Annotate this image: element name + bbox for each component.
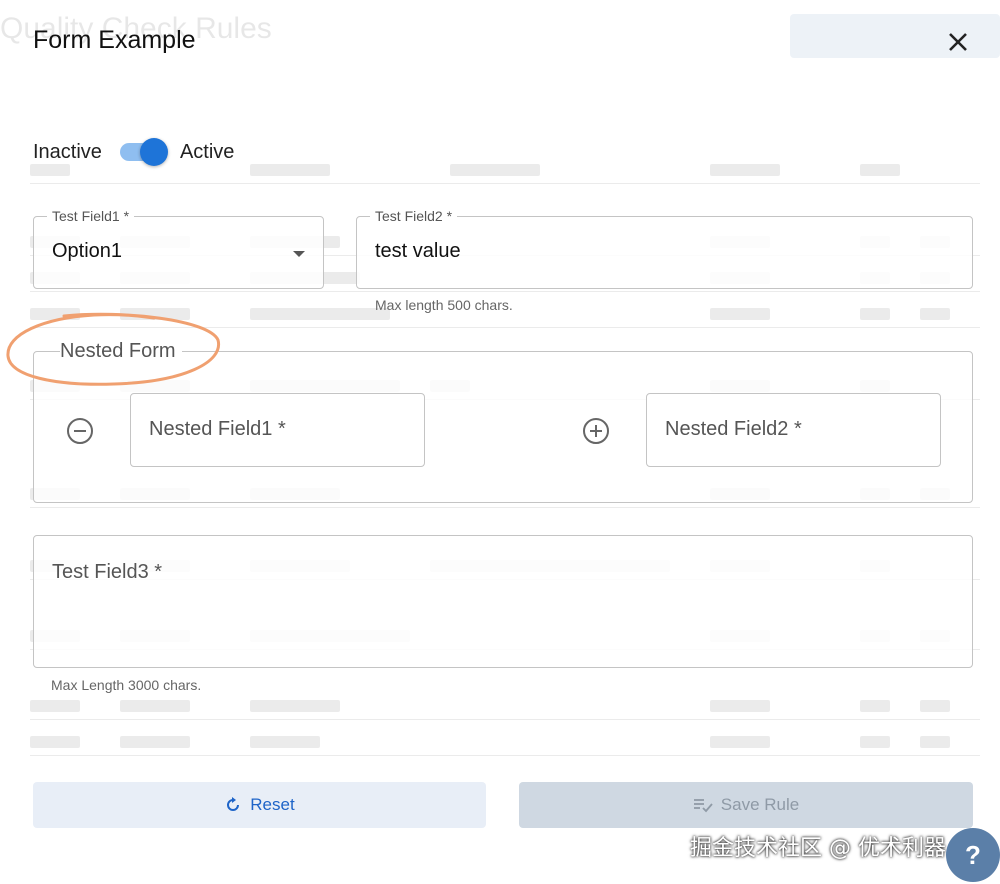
close-button[interactable]	[940, 24, 976, 60]
active-label: Active	[179, 140, 235, 163]
test-field2-value: test value	[375, 240, 461, 262]
help-button[interactable]: ?	[946, 828, 1000, 882]
form-dialog: Form Example Inactive Active Test Field1…	[0, 0, 1000, 884]
status-toggle-row: Inactive Active	[33, 138, 234, 166]
close-icon	[949, 33, 967, 51]
nested-field1-placeholder: Nested Field1 *	[149, 418, 286, 440]
test-field1-label: Test Field1 *	[47, 208, 135, 224]
status-switch[interactable]	[118, 138, 168, 166]
test-field3-placeholder: Test Field3 *	[52, 561, 163, 583]
plus-circle-icon	[583, 418, 609, 444]
test-field3-textarea[interactable]: Test Field3 *	[33, 535, 973, 668]
save-rule-label: Save Rule	[720, 795, 800, 814]
annotation-circle	[6, 312, 221, 386]
nested-field2-input[interactable]: Nested Field2 *	[646, 393, 941, 467]
refresh-icon	[227, 797, 240, 811]
test-field2-input[interactable]: Test Field2 * test value	[356, 208, 973, 289]
nested-field2-placeholder: Nested Field2 *	[665, 418, 802, 440]
playlist-check-icon	[693, 799, 713, 813]
watermark-text: 掘金技术社区 @ 优术利器	[690, 836, 946, 861]
test-field1-value: Option1	[52, 240, 123, 262]
nested-field1-input[interactable]: Nested Field1 *	[130, 393, 425, 467]
add-nested-button[interactable]	[581, 416, 611, 446]
chevron-down-icon[interactable]	[293, 251, 305, 257]
test-field2-label: Test Field2 *	[370, 208, 458, 224]
dialog-title: Form Example	[33, 26, 196, 54]
test-field1-select[interactable]: Test Field1 * Option1	[33, 208, 324, 289]
test-field3-helper: Max Length 3000 chars.	[51, 677, 202, 693]
save-rule-button[interactable]: Save Rule	[519, 782, 973, 828]
remove-nested-button[interactable]	[65, 416, 95, 446]
reset-label: Reset	[250, 795, 295, 814]
help-icon: ?	[965, 839, 981, 870]
switch-thumb	[139, 138, 168, 166]
inactive-label: Inactive	[33, 140, 102, 163]
test-field2-helper: Max length 500 chars.	[375, 297, 513, 313]
minus-circle-icon	[67, 418, 93, 444]
reset-button[interactable]: Reset	[33, 782, 486, 828]
